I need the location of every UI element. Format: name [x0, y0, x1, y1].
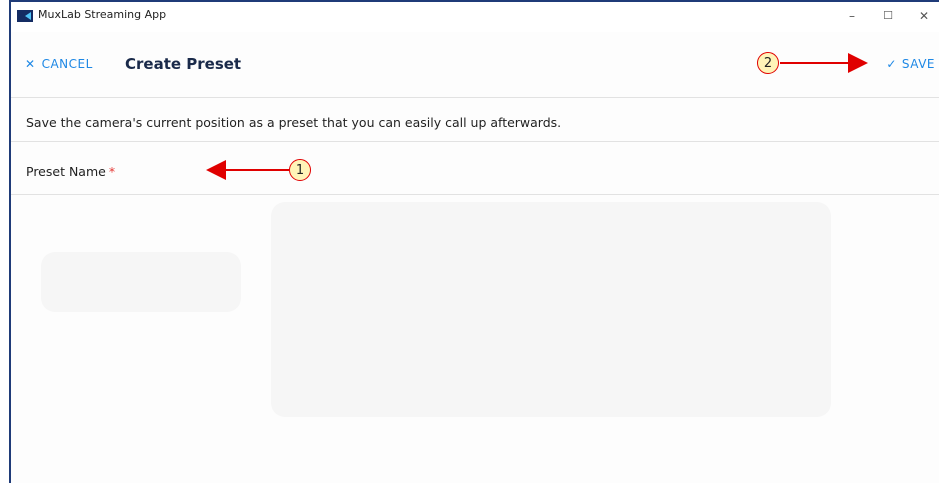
- annotation-marker-2: 2: [757, 52, 779, 74]
- annotation-arrows: [206, 53, 868, 180]
- annotation-marker-1: 1: [289, 159, 311, 181]
